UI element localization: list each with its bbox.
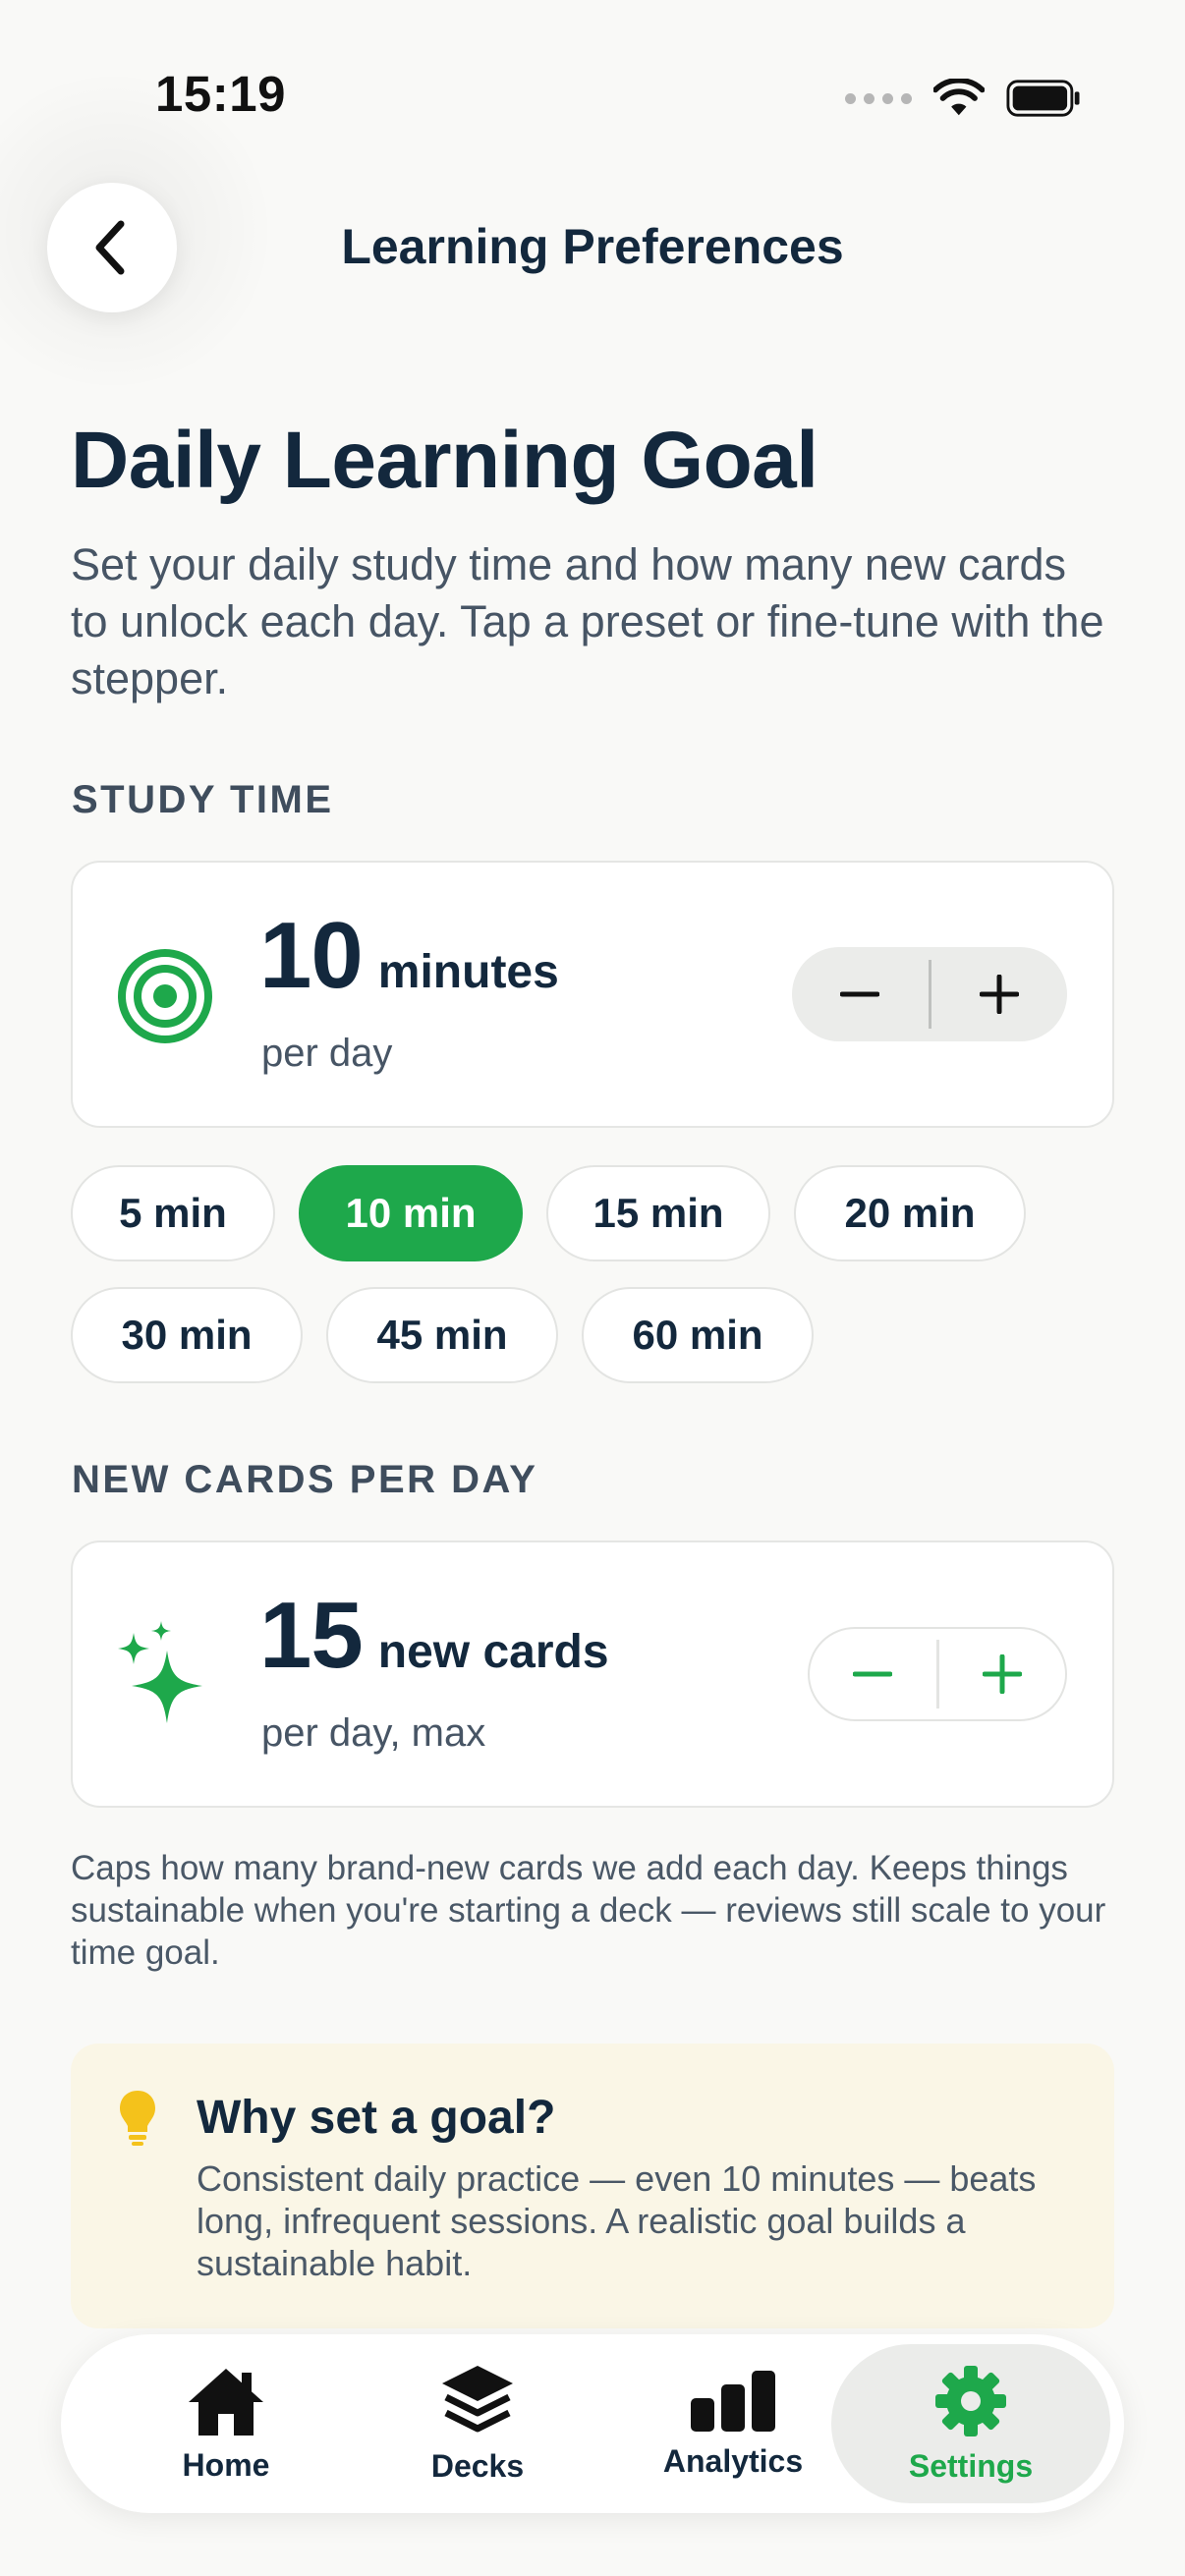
status-icons (845, 71, 1081, 126)
new-cards-value-row: 15 new cards (259, 1582, 609, 1690)
study-time-sub: per day (261, 1032, 393, 1075)
preset-chip-20[interactable]: 20 min (794, 1165, 1026, 1261)
new-cards-unit: new cards (377, 1626, 609, 1678)
target-icon (118, 949, 212, 1043)
minus-icon (853, 1671, 893, 1677)
study-time-card: 10 minutes per day (71, 861, 1114, 1128)
tab-decks-label: Decks (430, 2447, 525, 2484)
tip-card: Why set a goal? Consistent daily practic… (71, 2044, 1114, 2328)
new-cards-sub: per day, max (261, 1711, 486, 1755)
layers-icon (442, 2365, 513, 2432)
preset-chip-15[interactable]: 15 min (546, 1165, 770, 1261)
new-cards-value: 15 (259, 1583, 364, 1688)
tab-home-label: Home (182, 2446, 270, 2483)
plus-icon (982, 1654, 1022, 1694)
page-title: Daily Learning Goal (71, 416, 818, 505)
gear-icon (935, 2365, 1006, 2436)
new-cards-increment-button[interactable] (939, 1629, 1066, 1719)
wifi-icon (933, 79, 985, 116)
tab-analytics-label: Analytics (662, 2442, 804, 2479)
page-description: Set your daily study time and how many n… (71, 539, 1104, 703)
study-time-value: 10 (259, 903, 364, 1008)
study-time-increment-button[interactable] (931, 947, 1068, 1041)
new-cards-help-text: Caps how many brand-new cards we add eac… (71, 1849, 1106, 1972)
new-cards-stepper (808, 1627, 1067, 1721)
preset-chip-5[interactable]: 5 min (71, 1165, 275, 1261)
home-icon (189, 2368, 263, 2436)
tip-body: Consistent daily practice — even 10 minu… (197, 2158, 1037, 2283)
battery-icon (1006, 80, 1080, 117)
study-time-decrement-button[interactable] (792, 947, 929, 1041)
tab-analytics[interactable]: Analytics (637, 2334, 829, 2513)
preset-chip-60[interactable]: 60 min (582, 1287, 814, 1383)
tab-bar: Home Decks Analytics Settings (61, 2334, 1124, 2513)
new-cards-decrement-button[interactable] (810, 1629, 936, 1719)
tab-home[interactable]: Home (140, 2334, 312, 2513)
tip-title: Why set a goal? (197, 2092, 556, 2144)
study-time-stepper (792, 947, 1067, 1041)
new-cards-label: NEW CARDS PER DAY (72, 1458, 538, 1501)
study-time-unit: minutes (377, 946, 559, 998)
plus-icon (979, 975, 1019, 1014)
new-cards-card: 15 new cards per day, max (71, 1540, 1114, 1808)
tab-settings[interactable]: Settings (831, 2334, 1110, 2513)
tab-decks[interactable]: Decks (391, 2334, 564, 2513)
bar-chart-icon (691, 2370, 775, 2432)
lightbulb-icon (120, 2091, 155, 2146)
tab-settings-label: Settings (908, 2447, 1034, 2484)
study-time-value-row: 10 minutes (259, 902, 559, 1010)
minus-icon (840, 991, 880, 997)
study-time-label: STUDY TIME (72, 778, 334, 821)
sparkles-icon (118, 1621, 202, 1723)
nav-title: Learning Preferences (341, 219, 844, 274)
preset-chip-30[interactable]: 30 min (71, 1287, 303, 1383)
preset-chip-10[interactable]: 10 min (299, 1165, 523, 1261)
cellular-signal-icon (845, 92, 912, 104)
preset-chip-45[interactable]: 45 min (326, 1287, 558, 1383)
